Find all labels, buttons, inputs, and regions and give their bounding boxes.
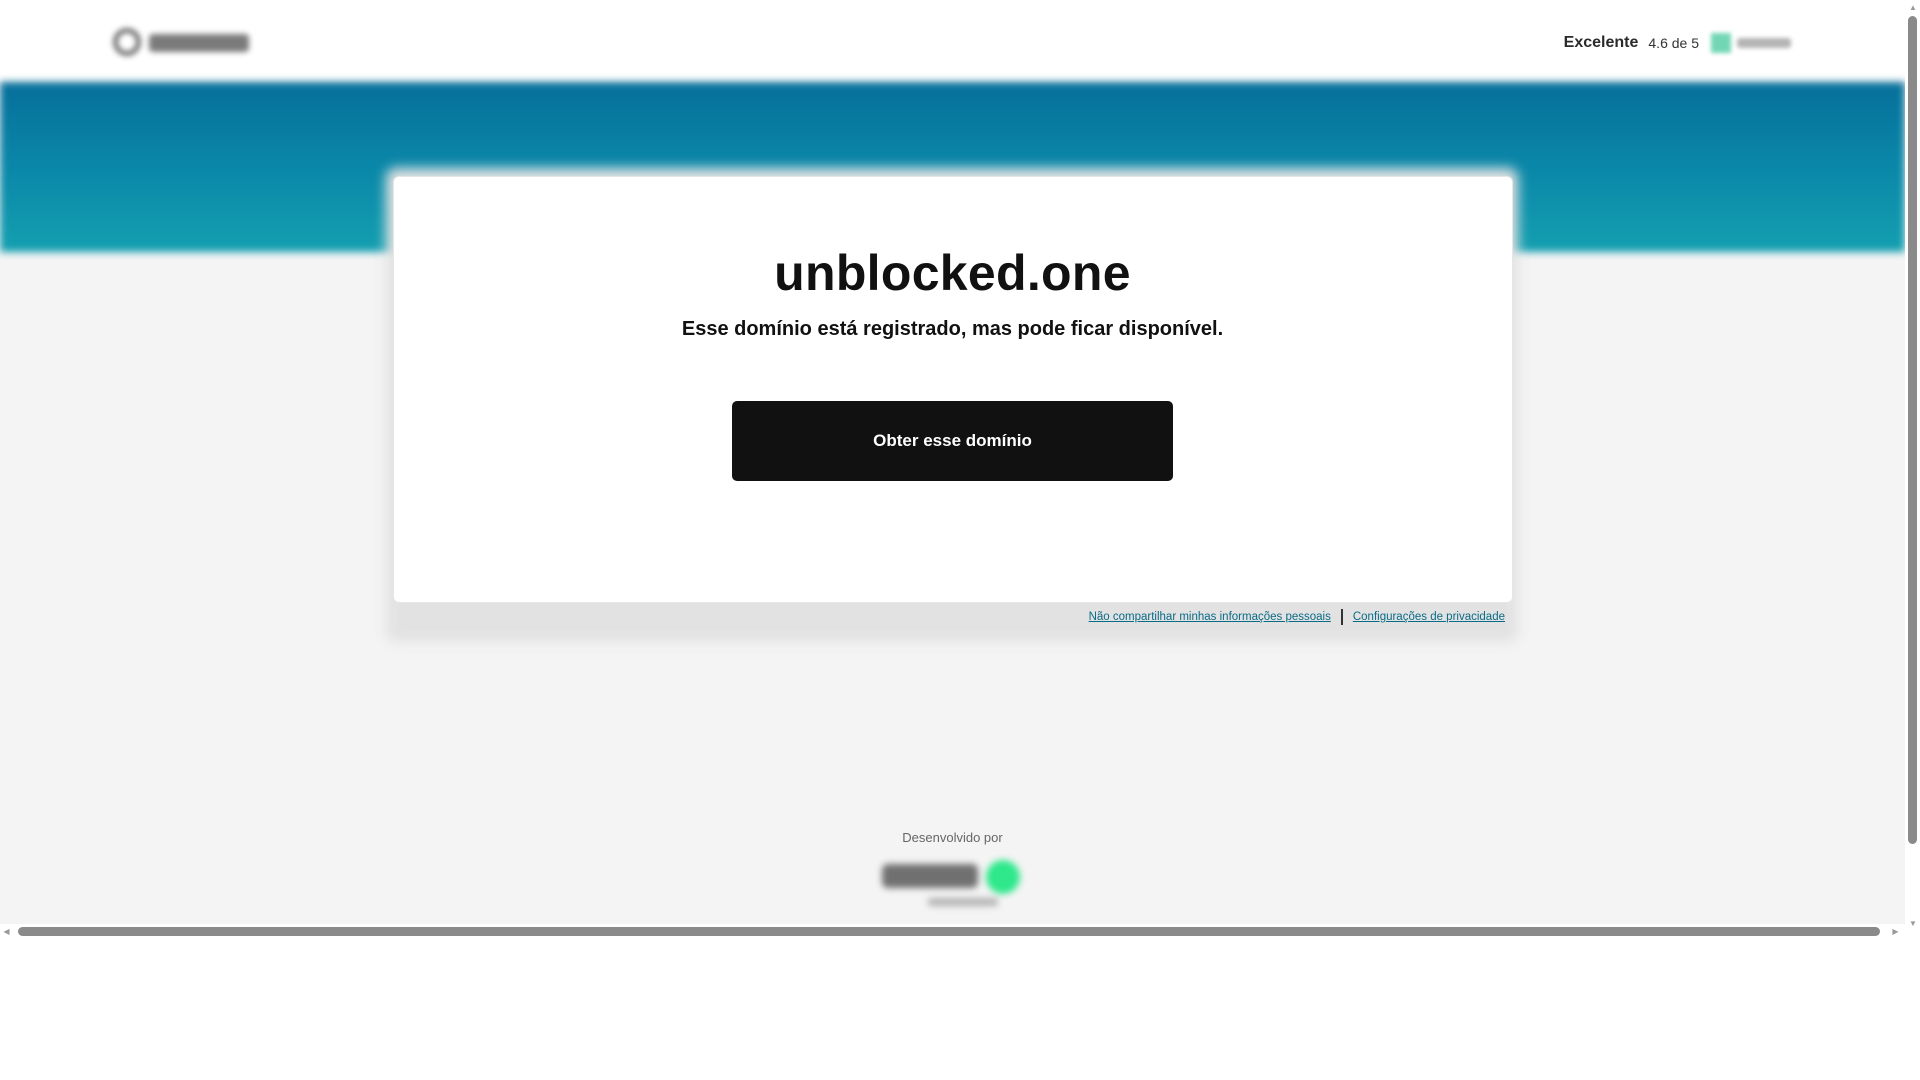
domain-title: unblocked.one — [774, 245, 1131, 301]
do-not-share-link[interactable]: Não compartilhar minhas informações pess… — [1089, 611, 1331, 623]
trustpilot-star-icon[interactable] — [1709, 30, 1795, 56]
trust-rating: Excelente 4.6 de 5 — [1564, 28, 1795, 58]
get-domain-button[interactable]: Obter esse domínio — [732, 401, 1173, 481]
scroll-down-icon[interactable]: ▼ — [1909, 920, 1917, 928]
scroll-right-icon[interactable]: ▶ — [1892, 928, 1899, 936]
privacy-links: Não compartilhar minhas informações pess… — [1089, 609, 1505, 625]
afternic-logo-icon[interactable] — [882, 858, 1022, 910]
horizontal-scroll-thumb[interactable] — [18, 927, 1880, 936]
privacy-settings-link[interactable]: Configurações de privacidade — [1353, 611, 1505, 623]
page-viewport: Excelente 4.6 de 5 unblocked.one Esse do… — [0, 0, 1905, 924]
vertical-scrollbar[interactable]: ▲ ▼ — [1905, 0, 1920, 937]
vertical-scroll-thumb[interactable] — [1908, 16, 1917, 844]
scroll-left-icon[interactable]: ◀ — [3, 928, 10, 936]
horizontal-scrollbar[interactable]: ◀ ▶ — [0, 924, 1905, 939]
domain-status-text: Esse domínio está registrado, mas pode f… — [681, 318, 1224, 340]
scroll-up-icon[interactable]: ▲ — [1909, 4, 1917, 12]
godaddy-logo-icon[interactable] — [113, 24, 249, 62]
rating-label: Excelente — [1563, 34, 1639, 51]
blank-area — [0, 939, 1920, 1080]
link-divider — [1340, 609, 1343, 625]
powered-by-text: Desenvolvido por — [902, 830, 1003, 845]
domain-card — [393, 176, 1513, 603]
rating-score: 4.6 de 5 — [1648, 35, 1699, 51]
top-header: Excelente 4.6 de 5 — [0, 0, 1905, 82]
